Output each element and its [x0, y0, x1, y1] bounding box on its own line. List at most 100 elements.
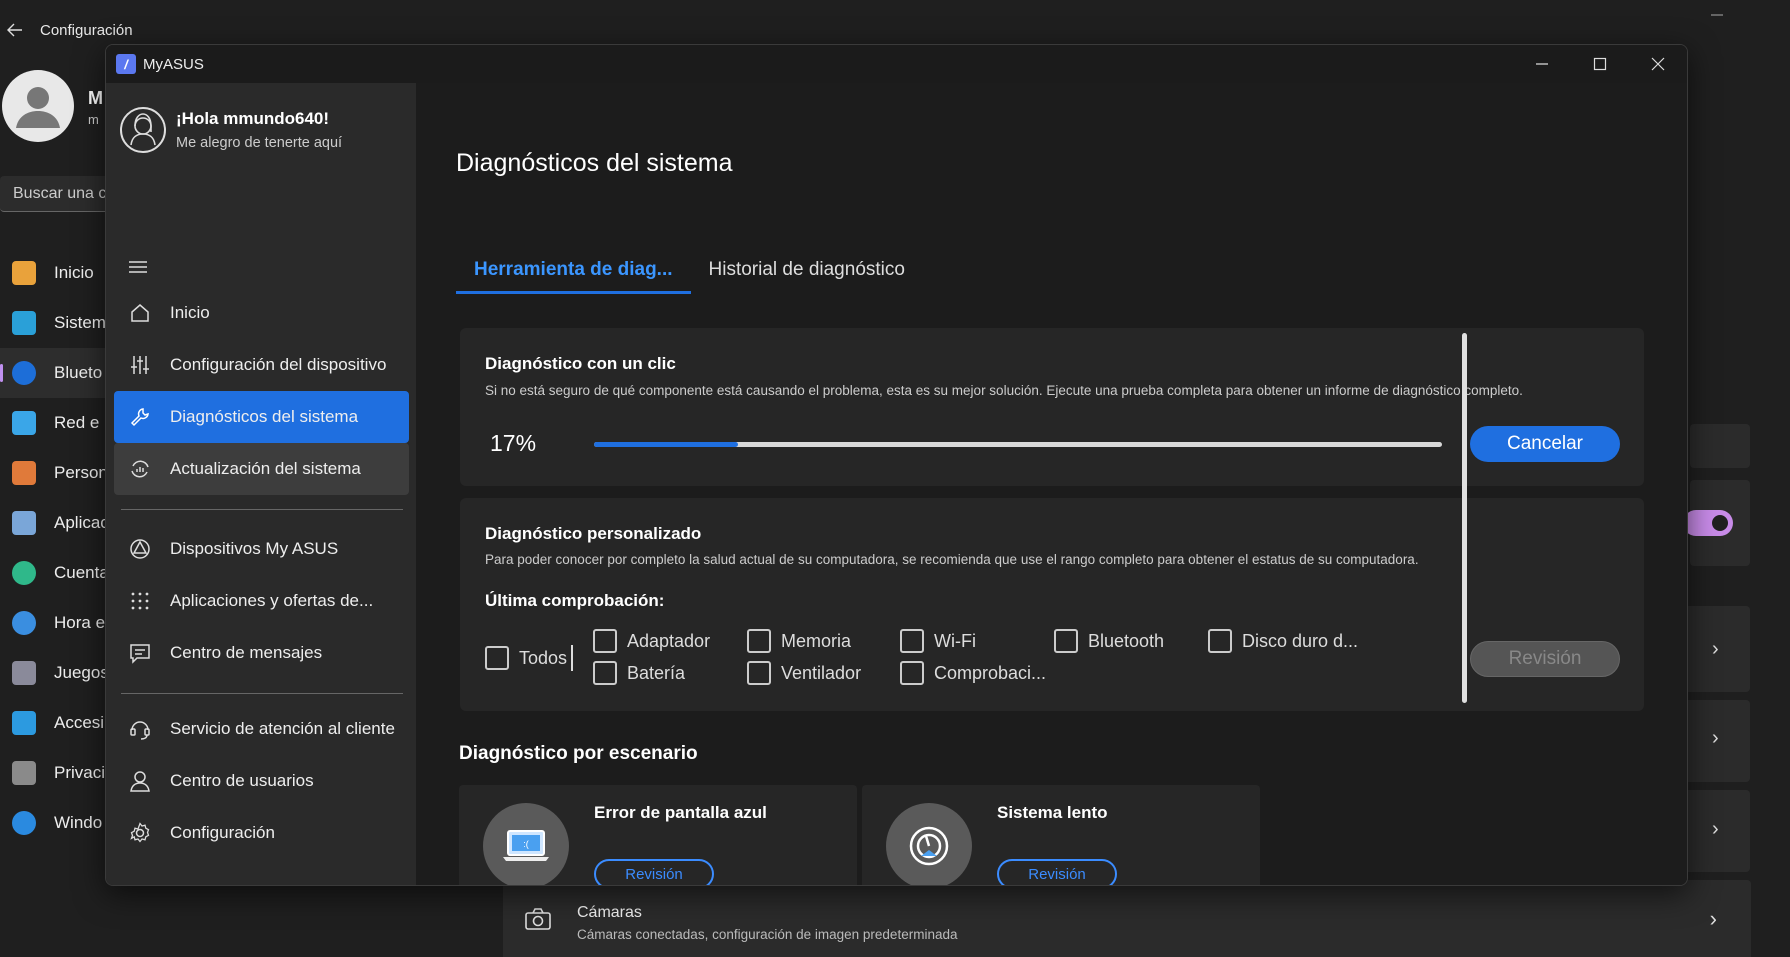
cameras-settings-row[interactable]: Cámaras Cámaras conectadas, configuració… [503, 880, 1751, 957]
settings-nav-item[interactable]: Juegos [0, 648, 110, 698]
sidebar-item-configuracion-dispositivo[interactable]: Configuración del dispositivo [114, 339, 409, 391]
checkbox-box [1054, 629, 1078, 653]
settings-minimize-icon[interactable] [1710, 8, 1750, 32]
last-check-label: Última comprobación: [485, 591, 665, 610]
settings-nav-item[interactable]: Windo [0, 798, 110, 848]
scenario-item-title: Sistema lento [997, 803, 1108, 822]
checkbox-label: Batería [627, 662, 686, 683]
sidebar-item-configuracion[interactable]: Configuración [114, 807, 409, 859]
progress-fill [594, 442, 739, 447]
scenario-item-title: Error de pantalla azul [594, 803, 767, 822]
checkbox-todos[interactable]: Todos [485, 645, 574, 671]
checkbox-box [1208, 629, 1232, 653]
maximize-button[interactable] [1571, 45, 1629, 83]
checkbox-box [593, 629, 617, 653]
scenario-card-slow-system: Sistema lento Revisión [862, 785, 1260, 885]
sidebar-item-label: Aplicaciones y ofertas de... [170, 591, 374, 610]
user-icon [128, 769, 152, 793]
page-title: Diagnósticos del sistema [456, 149, 733, 177]
hamburger-menu-icon[interactable] [128, 259, 148, 275]
settings-toggle[interactable] [1683, 510, 1733, 536]
scrollbar-thumb[interactable] [1462, 333, 1467, 703]
shield-icon [12, 761, 36, 785]
tab-historial[interactable]: Historial de diagnóstico [691, 259, 923, 294]
checkbox-box [900, 661, 924, 685]
greeting-subtitle: Me alegro de tenerte aquí [176, 135, 343, 151]
greeting-title: ¡Hola mmundo640! [176, 109, 330, 128]
checkbox-comprobacion[interactable]: Comprobaci... [900, 661, 1046, 685]
checkbox-disco-duro[interactable]: Disco duro d... [1208, 629, 1358, 653]
checkbox-label: Memoria [781, 630, 852, 651]
gamepad-icon [12, 661, 36, 685]
nav-label: Windo [54, 813, 103, 832]
settings-nav-item[interactable]: Aplicac [0, 498, 110, 548]
message-icon [128, 641, 152, 665]
gear-icon [128, 821, 152, 845]
settings-search-input[interactable]: Buscar una c [0, 176, 120, 212]
settings-card [1690, 424, 1750, 468]
nav-label: Juegos [54, 663, 109, 682]
slow-system-gauge-icon [886, 803, 972, 885]
accessibility-icon [12, 711, 36, 735]
settings-titlebar: Configuración [0, 14, 133, 46]
settings-nav-item[interactable]: Accesil [0, 698, 110, 748]
checkbox-bateria[interactable]: Batería [593, 661, 685, 685]
myasus-logo-icon: / [116, 54, 136, 74]
sidebar-divider [121, 693, 403, 694]
scenario-review-button[interactable]: Revisión [594, 859, 714, 885]
sidebar-item-diagnosticos[interactable]: Diagnósticos del sistema [114, 391, 409, 443]
settings-nav-item[interactable]: Person [0, 448, 110, 498]
settings-nav-item[interactable]: Red e I [0, 398, 110, 448]
sidebar-item-inicio[interactable]: Inicio [114, 287, 409, 339]
scenario-review-button[interactable]: Revisión [997, 859, 1117, 885]
sidebar-item-actualizacion[interactable]: Actualización del sistema [114, 443, 409, 495]
sidebar-item-servicio-cliente[interactable]: Servicio de atención al cliente [114, 703, 409, 755]
one-click-description: Si no está seguro de qué componente está… [485, 383, 1523, 398]
settings-nav-item[interactable]: Inicio [0, 248, 110, 298]
sidebar-item-aplicaciones[interactable]: Aplicaciones y ofertas de... [114, 575, 409, 627]
review-button-disabled[interactable]: Revisión [1470, 641, 1620, 677]
monitor-icon [12, 311, 36, 335]
custom-title: Diagnóstico personalizado [485, 524, 702, 543]
home-icon [12, 261, 36, 285]
progress-percent: 17% [490, 430, 537, 456]
settings-nav-item[interactable]: Sistem [0, 298, 110, 348]
settings-nav-item[interactable]: Hora e [0, 598, 110, 648]
headset-icon [128, 717, 152, 741]
checkbox-box [900, 629, 924, 653]
checkbox-ventilador[interactable]: Ventilador [747, 661, 861, 685]
cancel-button[interactable]: Cancelar [1470, 426, 1620, 462]
nav-label: Aplicac [54, 513, 109, 532]
sidebar-item-mensajes[interactable]: Centro de mensajes [114, 627, 409, 679]
close-button[interactable] [1629, 45, 1687, 83]
checkbox-bluetooth[interactable]: Bluetooth [1054, 629, 1164, 653]
user-avatar-icon[interactable] [120, 107, 166, 153]
apps-grid-icon [128, 589, 152, 613]
checkbox-adaptador[interactable]: Adaptador [593, 629, 710, 653]
chevron-right-icon: › [1712, 727, 1719, 749]
main-content: Diagnósticos del sistema Herramienta de … [416, 83, 1687, 885]
sidebar-item-label: Actualización del sistema [170, 459, 361, 478]
one-click-title: Diagnóstico con un clic [485, 354, 676, 373]
sliders-icon [128, 353, 152, 377]
checkbox-memoria[interactable]: Memoria [747, 629, 851, 653]
wifi-icon [12, 411, 36, 435]
minimize-button[interactable] [1513, 45, 1571, 83]
settings-nav-item[interactable]: Cuenta [0, 548, 110, 598]
settings-nav-item[interactable]: Privaci [0, 748, 110, 798]
nav-label: Privaci [54, 763, 106, 782]
tab-herramienta[interactable]: Herramienta de diag... [456, 259, 691, 294]
diagnostic-tabs: Herramienta de diag... Historial de diag… [456, 259, 923, 294]
back-arrow-icon[interactable] [0, 14, 30, 46]
checkbox-label: Ventilador [781, 662, 862, 683]
nav-label: Red e I [54, 413, 109, 432]
clock-icon [12, 611, 36, 635]
todos-divider [571, 645, 574, 671]
sidebar-menu: Dispositivos My ASUS Aplicaciones y ofer… [114, 523, 409, 708]
settings-nav-item[interactable]: Blueto [0, 348, 110, 398]
checkbox-label: Wi-Fi [934, 630, 976, 651]
sidebar-item-dispositivos[interactable]: Dispositivos My ASUS [114, 523, 409, 575]
checkbox-wifi[interactable]: Wi-Fi [900, 629, 976, 653]
sidebar-item-centro-usuarios[interactable]: Centro de usuarios [114, 755, 409, 807]
sidebar-item-label: Configuración del dispositivo [170, 355, 387, 374]
